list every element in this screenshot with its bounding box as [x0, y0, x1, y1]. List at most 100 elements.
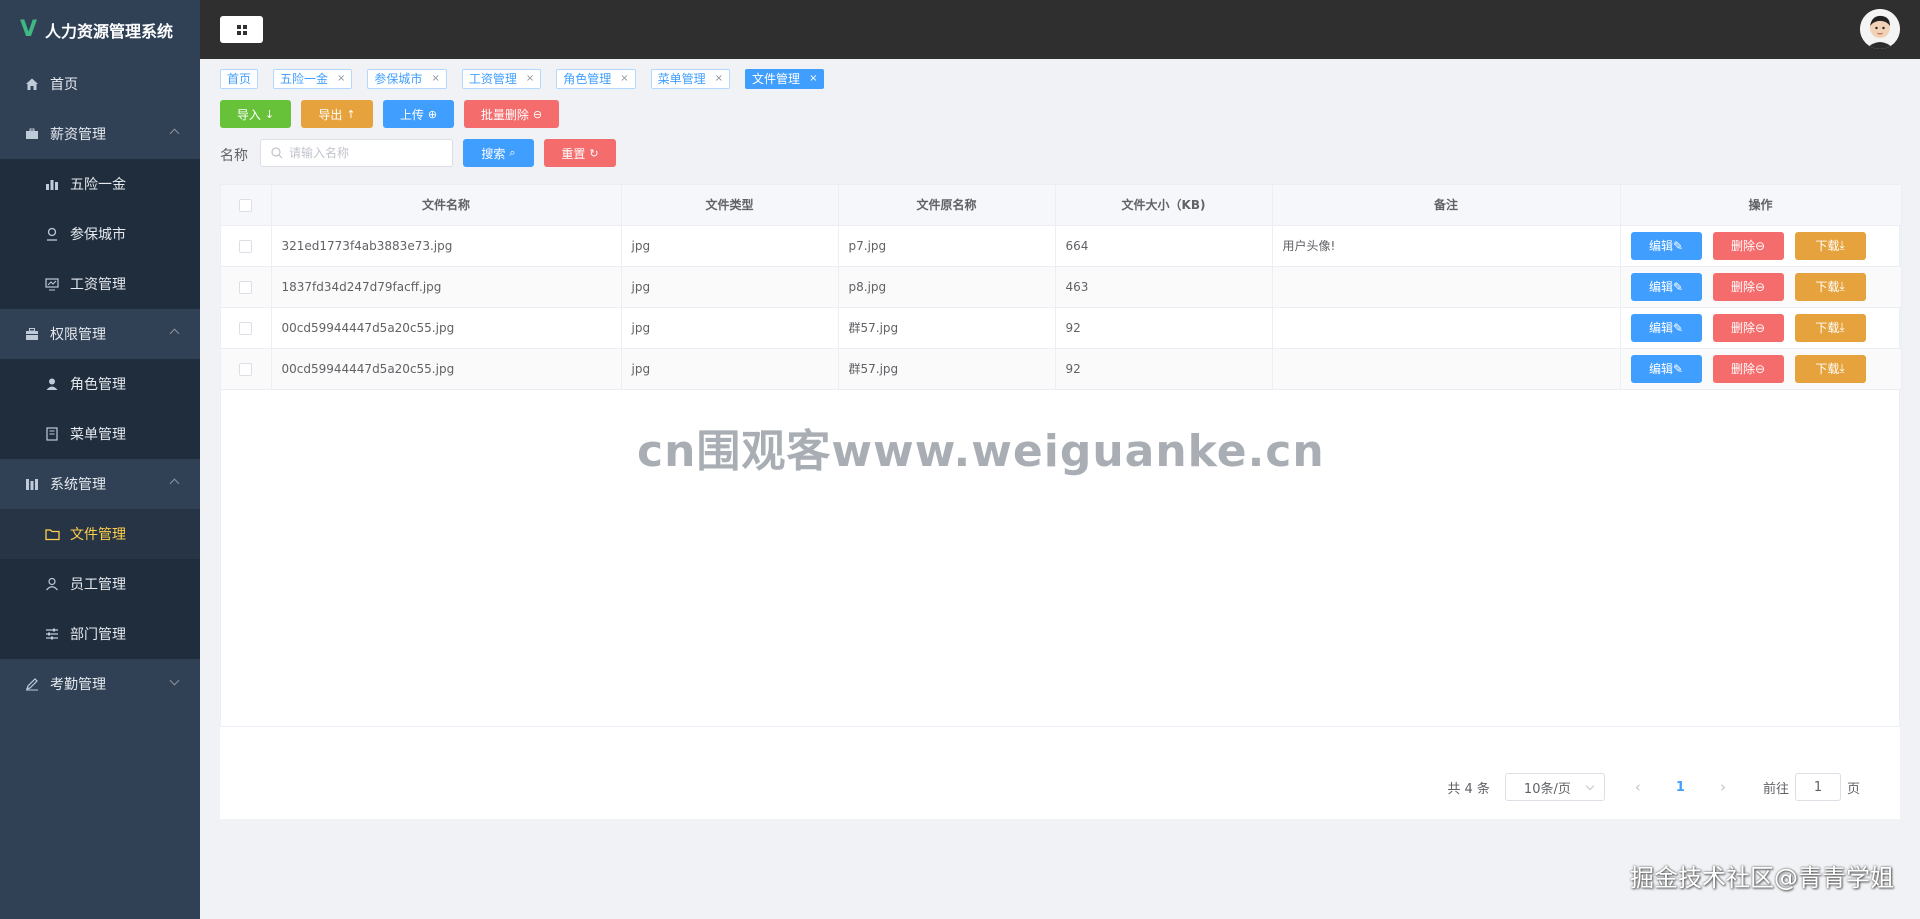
table-row: 00cd59944447d5a20c55.jpg jpg 群57.jpg 92 … [221, 348, 1902, 390]
download-button[interactable]: 下载 ⤓ [1794, 231, 1866, 260]
sidebar-group-system[interactable]: 系统管理 [0, 459, 200, 509]
arrow-up-icon: ↑ [346, 107, 356, 121]
sidebar-item-home[interactable]: 首页 [0, 59, 200, 109]
tag-label: 首页 [227, 72, 252, 86]
tag-label: 工资管理 [468, 72, 517, 86]
edit-button[interactable]: 编辑 ✎ [1630, 313, 1702, 342]
sidebar-item-insurance[interactable]: 五险一金 [0, 159, 200, 209]
tag-home[interactable]: 首页 [220, 69, 259, 89]
sidebar-item-role[interactable]: 角色管理 [0, 359, 200, 409]
app-logo[interactable]: V 人力资源管理系统 [0, 0, 200, 59]
select-all-checkbox[interactable] [239, 198, 253, 212]
row-select-cell [221, 307, 272, 349]
search-icon [271, 147, 283, 159]
search-field[interactable] [260, 139, 453, 167]
search-input[interactable] [289, 146, 439, 160]
tag-insurance[interactable]: 五险一金 × [273, 69, 353, 89]
sidebar-item-label: 五险一金 [70, 177, 126, 193]
column-header[interactable]: 文件类型 [621, 185, 839, 226]
edit-icon [24, 676, 40, 692]
download-button[interactable]: 下载 ⤓ [1794, 272, 1866, 301]
pencil-icon: ✎ [1672, 361, 1684, 376]
import-button[interactable]: 导入 ↓ [220, 100, 291, 128]
row-select-cell [221, 225, 272, 267]
file-size-cell: 664 [1055, 225, 1273, 267]
close-icon[interactable]: × [526, 70, 534, 88]
actions-cell: 编辑 ✎ 删除 ⊖ 下载 ⤓ [1620, 225, 1902, 267]
tag-menu[interactable]: 菜单管理 × [650, 69, 731, 89]
prev-page-button[interactable]: ‹ [1635, 778, 1641, 796]
pencil-icon: ✎ [1672, 238, 1684, 253]
document-icon [44, 426, 60, 442]
delete-button[interactable]: 删除 ⊖ [1712, 354, 1784, 383]
column-header[interactable]: 备注 [1272, 185, 1621, 226]
grid-icon [236, 24, 247, 35]
original-name-cell: p7.jpg [838, 225, 1056, 267]
file-size-cell: 92 [1055, 307, 1273, 349]
edit-button[interactable]: 编辑 ✎ [1630, 231, 1702, 260]
edit-button[interactable]: 编辑 ✎ [1630, 272, 1702, 301]
row-checkbox[interactable] [239, 239, 253, 253]
pencil-icon: ✎ [1672, 320, 1684, 335]
sidebar-item-menu[interactable]: 菜单管理 [0, 409, 200, 459]
tag-wage[interactable]: 工资管理 × [461, 69, 542, 89]
button-label: 下载 [1815, 321, 1840, 335]
sidebar-group-salary[interactable]: 薪资管理 [0, 109, 200, 159]
close-icon[interactable]: × [337, 70, 345, 88]
export-button[interactable]: 导出 ↑ [301, 100, 373, 128]
tag-city[interactable]: 参保城市 × [367, 69, 447, 89]
tag-role[interactable]: 角色管理 × [556, 69, 636, 89]
edit-button[interactable]: 编辑 ✎ [1630, 354, 1702, 383]
column-header: 操作 [1620, 185, 1902, 226]
sidebar-item-department[interactable]: 部门管理 [0, 609, 200, 659]
file-name-cell: 1837fd34d247d79facff.jpg [271, 266, 622, 308]
column-header[interactable]: 文件大小（KB) [1055, 185, 1273, 226]
row-checkbox[interactable] [239, 362, 253, 376]
user-avatar[interactable] [1860, 9, 1900, 49]
close-icon[interactable]: × [431, 70, 439, 88]
close-icon[interactable]: × [620, 70, 628, 88]
file-size-cell: 463 [1055, 266, 1273, 308]
file-name-cell: 321ed1773f4ab3883e73.jpg [271, 225, 622, 267]
user-icon [44, 376, 60, 392]
table-row: 1837fd34d247d79facff.jpg jpg p8.jpg 463 … [221, 266, 1902, 308]
search-icon: ⌕ [509, 146, 516, 159]
goto-page-input[interactable] [1794, 773, 1841, 801]
chevron-up-icon [169, 478, 180, 489]
circle-minus-icon: ⊖ [532, 107, 543, 121]
page-number-current[interactable]: 1 [1676, 780, 1685, 795]
upload-button[interactable]: 上传 ⊕ [383, 100, 454, 128]
tag-file[interactable]: 文件管理 × [745, 69, 825, 89]
row-checkbox[interactable] [239, 280, 253, 294]
delete-button[interactable]: 删除 ⊖ [1712, 231, 1784, 260]
sidebar-item-wage[interactable]: 工资管理 [0, 259, 200, 309]
close-icon[interactable]: × [715, 70, 723, 88]
reset-button[interactable]: 重置 ↻ [544, 139, 616, 167]
delete-button[interactable]: 删除 ⊖ [1712, 313, 1784, 342]
sidebar-item-city[interactable]: 参保城市 [0, 209, 200, 259]
delete-button[interactable]: 删除 ⊖ [1712, 272, 1784, 301]
column-header[interactable]: 文件名称 [271, 185, 622, 226]
search-button[interactable]: 搜索 ⌕ [463, 139, 534, 167]
row-checkbox[interactable] [239, 321, 253, 335]
page-size-select[interactable]: 10条/页 [1504, 773, 1605, 801]
sidebar-item-employee[interactable]: 员工管理 [0, 559, 200, 609]
batch-delete-button[interactable]: 批量删除 ⊖ [464, 100, 559, 128]
sidebar-item-label: 工资管理 [70, 277, 126, 293]
download-button[interactable]: 下载 ⤓ [1794, 354, 1866, 383]
download-icon: ⤓ [1839, 279, 1845, 293]
button-label: 上传 [399, 107, 424, 122]
sidebar-group-attendance[interactable]: 考勤管理 [0, 659, 200, 709]
download-icon: ⤓ [1839, 238, 1845, 252]
sidebar-group-permission[interactable]: 权限管理 [0, 309, 200, 359]
home-icon [24, 76, 40, 92]
app-root: V 人力资源管理系统 首页 薪资管理 五险一金 参保城市 工资管理 权限管理 角… [0, 0, 1920, 919]
next-page-button[interactable]: › [1720, 778, 1726, 796]
column-header[interactable]: 文件原名称 [838, 185, 1056, 226]
download-button[interactable]: 下载 ⤓ [1794, 313, 1866, 342]
sidebar-toggle-button[interactable] [220, 16, 263, 43]
sidebar-item-file[interactable]: 文件管理 [0, 509, 200, 559]
button-label: 下载 [1815, 239, 1840, 253]
select-all-cell [221, 185, 272, 226]
close-icon[interactable]: × [809, 70, 817, 88]
